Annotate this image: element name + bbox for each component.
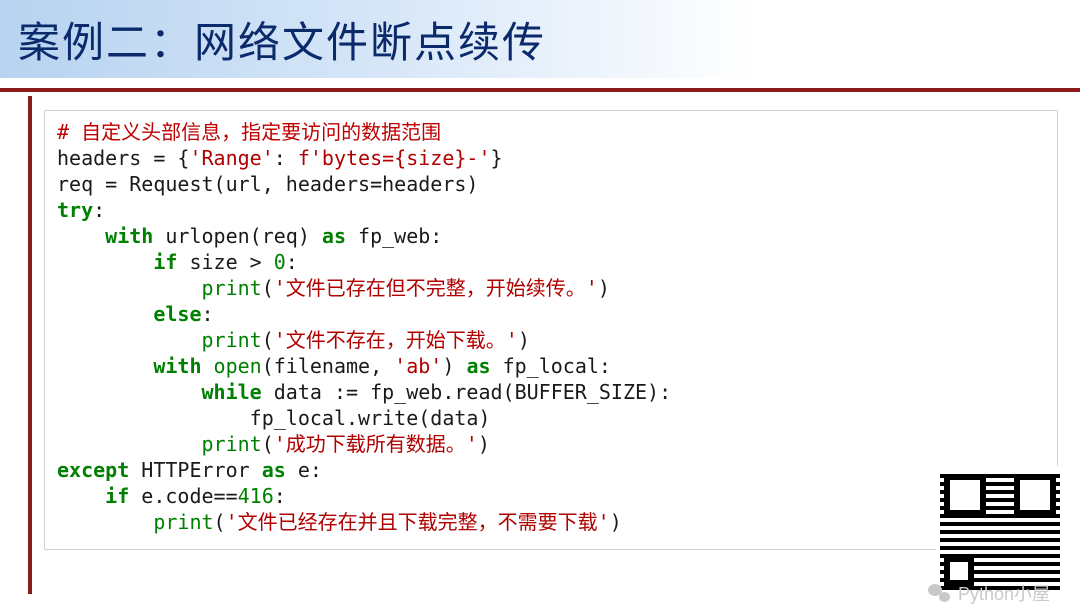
title-band: 案例二：网络文件断点续传 (0, 0, 1080, 78)
code-keyword: as (322, 224, 346, 248)
code-keyword: try (57, 198, 93, 222)
code-text: fp_web: (346, 224, 442, 248)
code-text: e.code== (129, 484, 237, 508)
code-keyword: while (202, 380, 262, 404)
code-text (57, 224, 105, 248)
code-text: } (491, 146, 503, 170)
code-text: ( (262, 432, 274, 456)
code-text: fp_local.write(data) (57, 406, 490, 430)
code-text: headers = { (57, 146, 189, 170)
code-builtin: open (214, 354, 262, 378)
code-text (57, 354, 153, 378)
code-keyword: with (105, 224, 153, 248)
code-number: 0 (274, 250, 286, 274)
code-text: : (93, 198, 105, 222)
code-text: req = Request(url, headers=headers) (57, 172, 478, 196)
code-builtin: print (153, 510, 213, 534)
horizontal-rule (0, 88, 1080, 92)
code-text (57, 380, 202, 404)
code-text (57, 276, 202, 300)
code-keyword: as (262, 458, 286, 482)
code-text (57, 510, 153, 534)
code-string: '文件已经存在并且下载完整，不需要下载' (226, 510, 610, 534)
code-text: ) (518, 328, 530, 352)
code-string: 'ab' (394, 354, 442, 378)
code-keyword: as (466, 354, 490, 378)
code-text: ) (442, 354, 466, 378)
code-string: '成功下载所有数据。' (274, 432, 478, 456)
code-text: : (274, 484, 286, 508)
code-text: ) (478, 432, 490, 456)
code-comment: # 自定义头部信息，指定要访问的数据范围 (57, 120, 441, 144)
code-text: e: (286, 458, 322, 482)
code-builtin: print (202, 276, 262, 300)
code-number: 416 (238, 484, 274, 508)
slide: 案例二：网络文件断点续传 # 自定义头部信息，指定要访问的数据范围 header… (0, 0, 1080, 608)
code-text (57, 302, 153, 326)
code-card: # 自定义头部信息，指定要访问的数据范围 headers = {'Range':… (44, 110, 1058, 550)
code-text: (filename, (262, 354, 394, 378)
code-text (57, 250, 153, 274)
code-string: f'bytes={size}-' (298, 146, 491, 170)
code-string: '文件已存在但不完整，开始续传。' (274, 276, 598, 300)
code-text: HTTPError (129, 458, 261, 482)
slide-title: 案例二：网络文件断点续传 (18, 9, 546, 70)
code-text: ( (262, 328, 274, 352)
code-text: urlopen(req) (153, 224, 322, 248)
vertical-rule (28, 96, 32, 594)
code-keyword: if (153, 250, 177, 274)
code-keyword: if (105, 484, 129, 508)
code-text (57, 432, 202, 456)
code-text: : (274, 146, 298, 170)
code-keyword: except (57, 458, 129, 482)
code-text: : (202, 302, 214, 326)
code-text (57, 328, 202, 352)
watermark: Python小屋 (928, 580, 1050, 606)
code-text: ) (610, 510, 622, 534)
channel-name: Python小屋 (958, 580, 1050, 606)
code-text: fp_local: (491, 354, 611, 378)
code-block: # 自定义头部信息，指定要访问的数据范围 headers = {'Range':… (57, 119, 1045, 535)
code-text: ) (598, 276, 610, 300)
code-text: size > (177, 250, 273, 274)
qr-code-icon (940, 470, 1060, 590)
wechat-icon (928, 584, 950, 602)
code-text (57, 484, 105, 508)
code-string: 'Range' (189, 146, 273, 170)
code-text: data := fp_web.read(BUFFER_SIZE): (262, 380, 671, 404)
code-string: '文件不存在，开始下载。' (274, 328, 518, 352)
code-text (202, 354, 214, 378)
code-keyword: with (153, 354, 201, 378)
code-builtin: print (202, 328, 262, 352)
code-keyword: else (153, 302, 201, 326)
code-text: ( (262, 276, 274, 300)
code-builtin: print (202, 432, 262, 456)
code-text: ( (214, 510, 226, 534)
code-text: : (286, 250, 298, 274)
